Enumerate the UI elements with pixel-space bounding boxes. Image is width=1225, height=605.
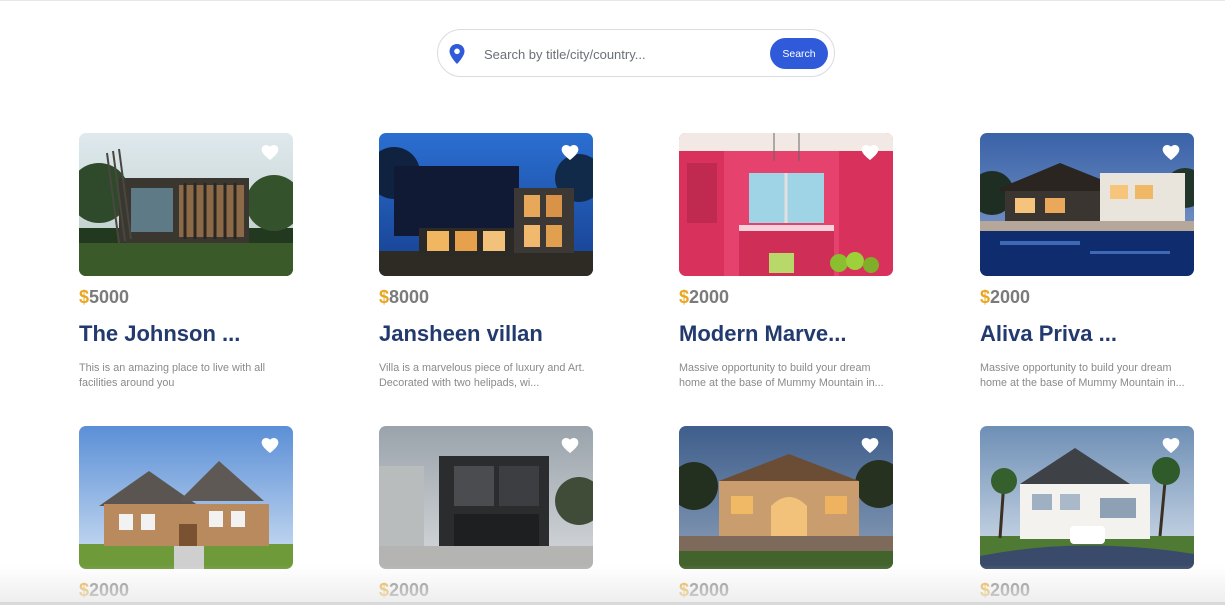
heart-icon[interactable] <box>860 143 880 161</box>
listing-image[interactable] <box>79 426 293 569</box>
listing-title[interactable]: Aliva Priva ... <box>980 321 1117 347</box>
location-pin-icon <box>449 44 465 64</box>
heart-icon[interactable] <box>1161 143 1181 161</box>
listing-title[interactable]: The Johnson ... <box>79 321 240 347</box>
listing-image[interactable] <box>379 133 593 276</box>
heart-icon[interactable] <box>560 436 580 454</box>
heart-icon[interactable] <box>260 436 280 454</box>
listing-card[interactable]: $2000 Modern Marve... Massive opportunit… <box>679 133 893 389</box>
listing-description: Villa is a marvelous piece of luxury and… <box>379 362 585 389</box>
listing-card[interactable]: $5000 The Johnson ... This is an amazing… <box>79 133 293 389</box>
listing-image[interactable] <box>379 426 593 569</box>
search-bar: Search <box>437 29 835 77</box>
listing-title[interactable]: Jansheen villan <box>379 321 543 347</box>
listing-image[interactable] <box>679 426 893 569</box>
listings-page: Search by title/city/country... Search $… <box>0 0 1225 605</box>
search-input[interactable] <box>484 42 764 66</box>
listing-price: $2000 <box>679 580 730 600</box>
listing-image[interactable] <box>980 133 1194 276</box>
listing-description: Massive opportunity to build your dream … <box>679 362 884 389</box>
heart-icon[interactable] <box>1161 436 1181 454</box>
listing-title[interactable]: Modern Marve... <box>679 321 846 347</box>
listing-description: Massive opportunity to build your dream … <box>980 362 1185 389</box>
listing-card[interactable]: $2000 <box>379 426 593 600</box>
listing-description: This is an amazing place to live with al… <box>79 362 266 389</box>
listing-card[interactable]: $8000 Jansheen villan Villa is a marvelo… <box>379 133 593 389</box>
listing-price: $2000 <box>79 580 130 600</box>
heart-icon[interactable] <box>560 143 580 161</box>
listing-price: $2000 <box>980 580 1031 600</box>
search-button[interactable]: Search <box>770 38 828 69</box>
listing-price: $2000 <box>980 287 1031 307</box>
listing-price: $2000 <box>679 287 730 307</box>
bottom-fade <box>0 565 1225 605</box>
heart-icon[interactable] <box>860 436 880 454</box>
heart-icon[interactable] <box>260 143 280 161</box>
listing-image[interactable] <box>980 426 1194 569</box>
listing-price: $2000 <box>379 580 430 600</box>
listing-card[interactable]: $2000 <box>980 426 1194 600</box>
listing-price: $8000 <box>379 287 430 307</box>
listing-price: $5000 <box>79 287 130 307</box>
listing-card[interactable]: $2000 Aliva Priva ... Massive opportunit… <box>980 133 1194 389</box>
listing-image[interactable] <box>79 133 293 276</box>
listing-card[interactable]: $2000 <box>79 426 293 600</box>
listing-card[interactable]: $2000 <box>679 426 893 600</box>
listing-image[interactable] <box>679 133 893 276</box>
